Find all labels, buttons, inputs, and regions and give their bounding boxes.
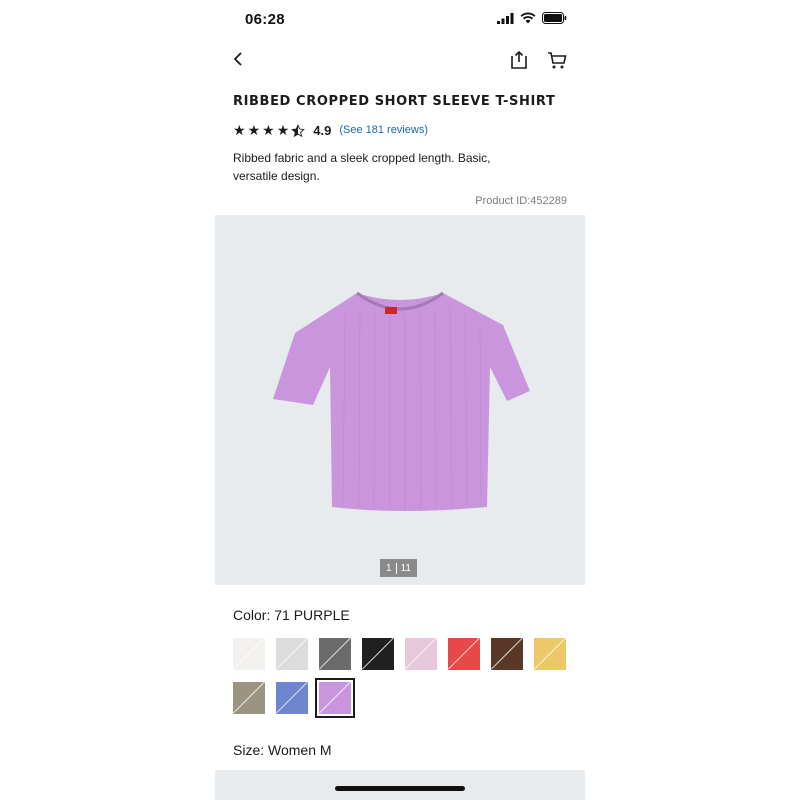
- color-swatch-dark-gray[interactable]: [319, 638, 351, 670]
- swatch-diagonal: [534, 638, 566, 670]
- signal-icon: [497, 12, 514, 24]
- rating-stars: ★ ★ ★ ★: [233, 121, 306, 138]
- swatch-diagonal: [233, 638, 265, 670]
- swatch-diagonal: [362, 638, 394, 670]
- share-button[interactable]: [507, 48, 531, 72]
- product-id: Product ID:452289: [475, 195, 567, 207]
- cart-icon: [548, 52, 567, 69]
- star-full-icon: ★: [247, 121, 261, 138]
- swatch-diagonal: [319, 682, 351, 714]
- product-image: [273, 291, 530, 511]
- product-title: RIBBED CROPPED SHORT SLEEVE T-SHIRT: [233, 94, 556, 109]
- color-swatch-red[interactable]: [448, 638, 480, 670]
- image-counter-total: 11: [400, 562, 411, 574]
- color-swatch-purple[interactable]: [319, 682, 351, 714]
- rating-row: ★ ★ ★ ★ 4.9 (See 181 reviews): [233, 121, 428, 139]
- star-full-icon: ★: [262, 121, 275, 138]
- color-swatch-yellow[interactable]: [534, 638, 566, 670]
- swatch-diagonal: [448, 638, 480, 670]
- color-swatch-olive[interactable]: [233, 682, 265, 714]
- color-swatch-blue[interactable]: [276, 682, 308, 714]
- battery-icon: [542, 12, 567, 24]
- chevron-left-icon: [233, 52, 242, 66]
- back-button[interactable]: [227, 48, 249, 70]
- swatch-diagonal: [276, 638, 308, 670]
- product-description: Ribbed fabric and a sleek cropped length…: [233, 151, 491, 183]
- color-swatch-brown[interactable]: [491, 638, 523, 670]
- swatch-diagonal: [233, 682, 265, 714]
- star-full-icon: ★: [233, 121, 246, 138]
- share-icon: [511, 50, 527, 69]
- color-swatch-off-white[interactable]: [233, 638, 265, 670]
- swatch-diagonal: [319, 638, 351, 670]
- reviews-link[interactable]: (See 181 reviews): [339, 124, 428, 136]
- color-swatch-pink[interactable]: [405, 638, 437, 670]
- image-counter-current: 1: [386, 562, 392, 574]
- star-half-icon: [291, 123, 306, 137]
- bottom-panel: [215, 770, 585, 800]
- color-swatch-light-gray[interactable]: [276, 638, 308, 670]
- swatch-diagonal: [276, 682, 308, 714]
- size-label: Size: Women M: [233, 742, 332, 758]
- image-counter: 1 11: [380, 559, 417, 577]
- color-swatch-black[interactable]: [362, 638, 394, 670]
- product-image-gallery[interactable]: [215, 215, 585, 585]
- phone-screen: 06:28 RIBBED CROPPED SHORT SLEEVE T-SHIR…: [215, 0, 585, 800]
- star-full-icon: ★: [276, 121, 290, 138]
- wifi-icon: [520, 12, 536, 24]
- rating-value: 4.9: [313, 122, 332, 138]
- color-label: Color: 71 PURPLE: [233, 607, 350, 623]
- counter-divider: [395, 562, 397, 574]
- swatch-diagonal: [405, 638, 437, 670]
- cart-button[interactable]: [545, 48, 569, 72]
- swatch-diagonal: [491, 638, 523, 670]
- status-icons: [497, 12, 567, 24]
- status-time: 06:28: [245, 11, 285, 28]
- home-indicator: [335, 786, 465, 791]
